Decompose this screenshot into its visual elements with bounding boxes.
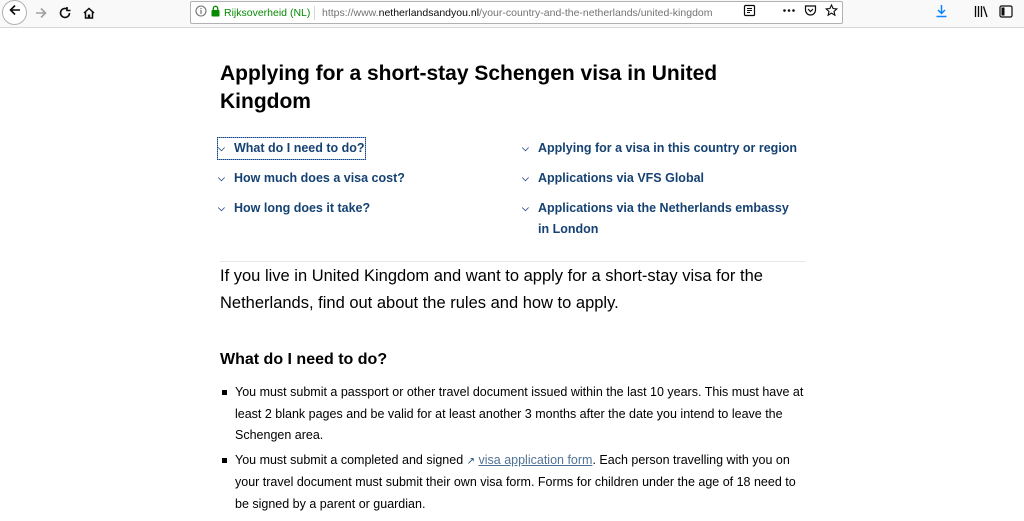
chevron-down-icon: ⌵ xyxy=(522,203,529,213)
page-actions-icon[interactable] xyxy=(782,4,796,22)
arrow-right-icon xyxy=(34,6,48,20)
toc-label: What do I need to do? xyxy=(234,141,365,155)
list-item: You must submit a completed and signed ↗… xyxy=(220,450,810,516)
toc-label: How long does it take? xyxy=(234,201,371,215)
url-prefix: https://www. xyxy=(322,7,379,19)
url-separator xyxy=(314,6,315,20)
site-identity-label: Rijksoverheid (NL) xyxy=(224,6,311,19)
toolbar-right-icons xyxy=(935,4,1024,23)
intro-text: If you live in United Kingdom and want t… xyxy=(220,267,763,312)
forward-button[interactable] xyxy=(30,3,52,23)
back-button[interactable] xyxy=(2,0,27,25)
page-title: Applying for a short-stay Schengen visa … xyxy=(220,62,718,113)
site-identity[interactable]: Rijksoverheid (NL) xyxy=(195,4,310,21)
lock-icon xyxy=(210,5,221,20)
url-bar-icons xyxy=(743,3,839,22)
pocket-icon[interactable] xyxy=(804,4,817,22)
sidebar-icon[interactable] xyxy=(999,4,1013,23)
list-item-text: You must submit a completed and signed xyxy=(235,452,467,467)
toc-link-vfs-global[interactable]: ⌵ Applications via VFS Global xyxy=(522,168,704,189)
info-icon xyxy=(195,5,207,20)
divider xyxy=(220,261,805,262)
reader-view-icon[interactable] xyxy=(743,4,756,22)
reload-button[interactable] xyxy=(54,3,76,23)
requirements-list: You must submit a passport or other trav… xyxy=(220,382,810,518)
chevron-down-icon: ⌵ xyxy=(218,203,225,213)
url-text[interactable]: https://www.netherlandsandyou.nl/your-co… xyxy=(322,5,742,21)
section-heading: What do I need to do? xyxy=(220,351,388,368)
library-icon[interactable] xyxy=(974,5,989,23)
external-link-icon: ↗ xyxy=(466,455,476,467)
bookmark-star-icon[interactable] xyxy=(824,3,839,22)
chevron-down-icon: ⌵ xyxy=(218,143,225,153)
browser-toolbar: Rijksoverheid (NL) https://www.netherlan… xyxy=(0,0,1024,28)
toc-link-applying-country[interactable]: ⌵ Applying for a visa in this country or… xyxy=(522,138,797,159)
toc-link-visa-cost[interactable]: ⌵ How much does a visa cost? xyxy=(218,168,405,189)
home-icon xyxy=(82,6,96,20)
toc-label: Applying for a visa in this country or r… xyxy=(538,141,798,155)
toc-link-embassy-london[interactable]: ⌵ Applications via the Netherlands embas… xyxy=(522,198,792,240)
toc-label: Applications via the Netherlands embassy… xyxy=(538,201,789,236)
url-path: /your-country-and-the-netherlands/united… xyxy=(479,7,713,19)
list-item-text: You must submit a passport or other trav… xyxy=(235,385,804,442)
toc-label: Applications via VFS Global xyxy=(538,171,705,185)
chevron-down-icon: ⌵ xyxy=(522,143,529,153)
home-button[interactable] xyxy=(78,3,100,23)
toc-label: How much does a visa cost? xyxy=(234,171,405,185)
list-item: You must submit a passport or other trav… xyxy=(220,382,810,447)
chevron-down-icon: ⌵ xyxy=(522,173,529,183)
toc-link-what-do-i-need[interactable]: ⌵ What do I need to do? xyxy=(217,137,366,160)
reload-icon xyxy=(58,6,72,20)
url-bar[interactable]: Rijksoverheid (NL) https://www.netherlan… xyxy=(190,1,843,24)
url-host: netherlandsandyou.nl xyxy=(378,7,480,19)
arrow-left-icon xyxy=(8,3,22,22)
chevron-down-icon: ⌵ xyxy=(218,173,225,183)
visa-application-form-link[interactable]: visa application form xyxy=(479,453,593,467)
download-icon[interactable] xyxy=(935,4,948,23)
toc-link-how-long[interactable]: ⌵ How long does it take? xyxy=(218,198,370,219)
